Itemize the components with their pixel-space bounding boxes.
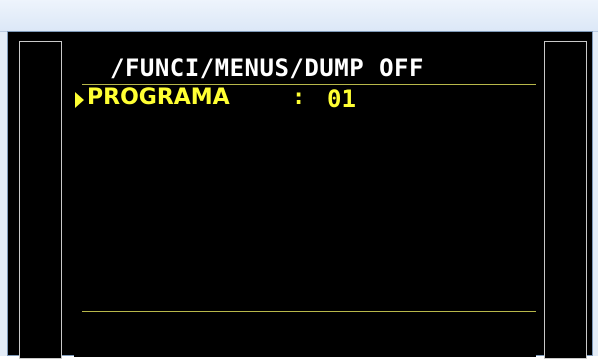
right-softkey-panel[interactable] bbox=[544, 41, 587, 359]
application-window: /FUNCI/MENUS/DUMP OFF PROGRAMA : 01 bbox=[0, 0, 598, 359]
selection-cursor-icon bbox=[75, 92, 84, 108]
menu-row-separator: : bbox=[292, 85, 306, 110]
menu-row-value: 01 bbox=[327, 85, 356, 113]
menu-path-title: /FUNCI/MENUS/DUMP OFF bbox=[110, 54, 424, 82]
left-softkey-panel[interactable] bbox=[19, 41, 62, 359]
device-display-frame: /FUNCI/MENUS/DUMP OFF PROGRAMA : 01 bbox=[7, 31, 593, 359]
footer-divider bbox=[82, 311, 536, 312]
menu-row-label: PROGRAMA bbox=[87, 85, 230, 110]
menu-row-programa[interactable]: PROGRAMA : 01 bbox=[74, 85, 528, 115]
title-bar bbox=[0, 0, 598, 32]
lcd-screen: /FUNCI/MENUS/DUMP OFF PROGRAMA : 01 bbox=[74, 41, 536, 357]
